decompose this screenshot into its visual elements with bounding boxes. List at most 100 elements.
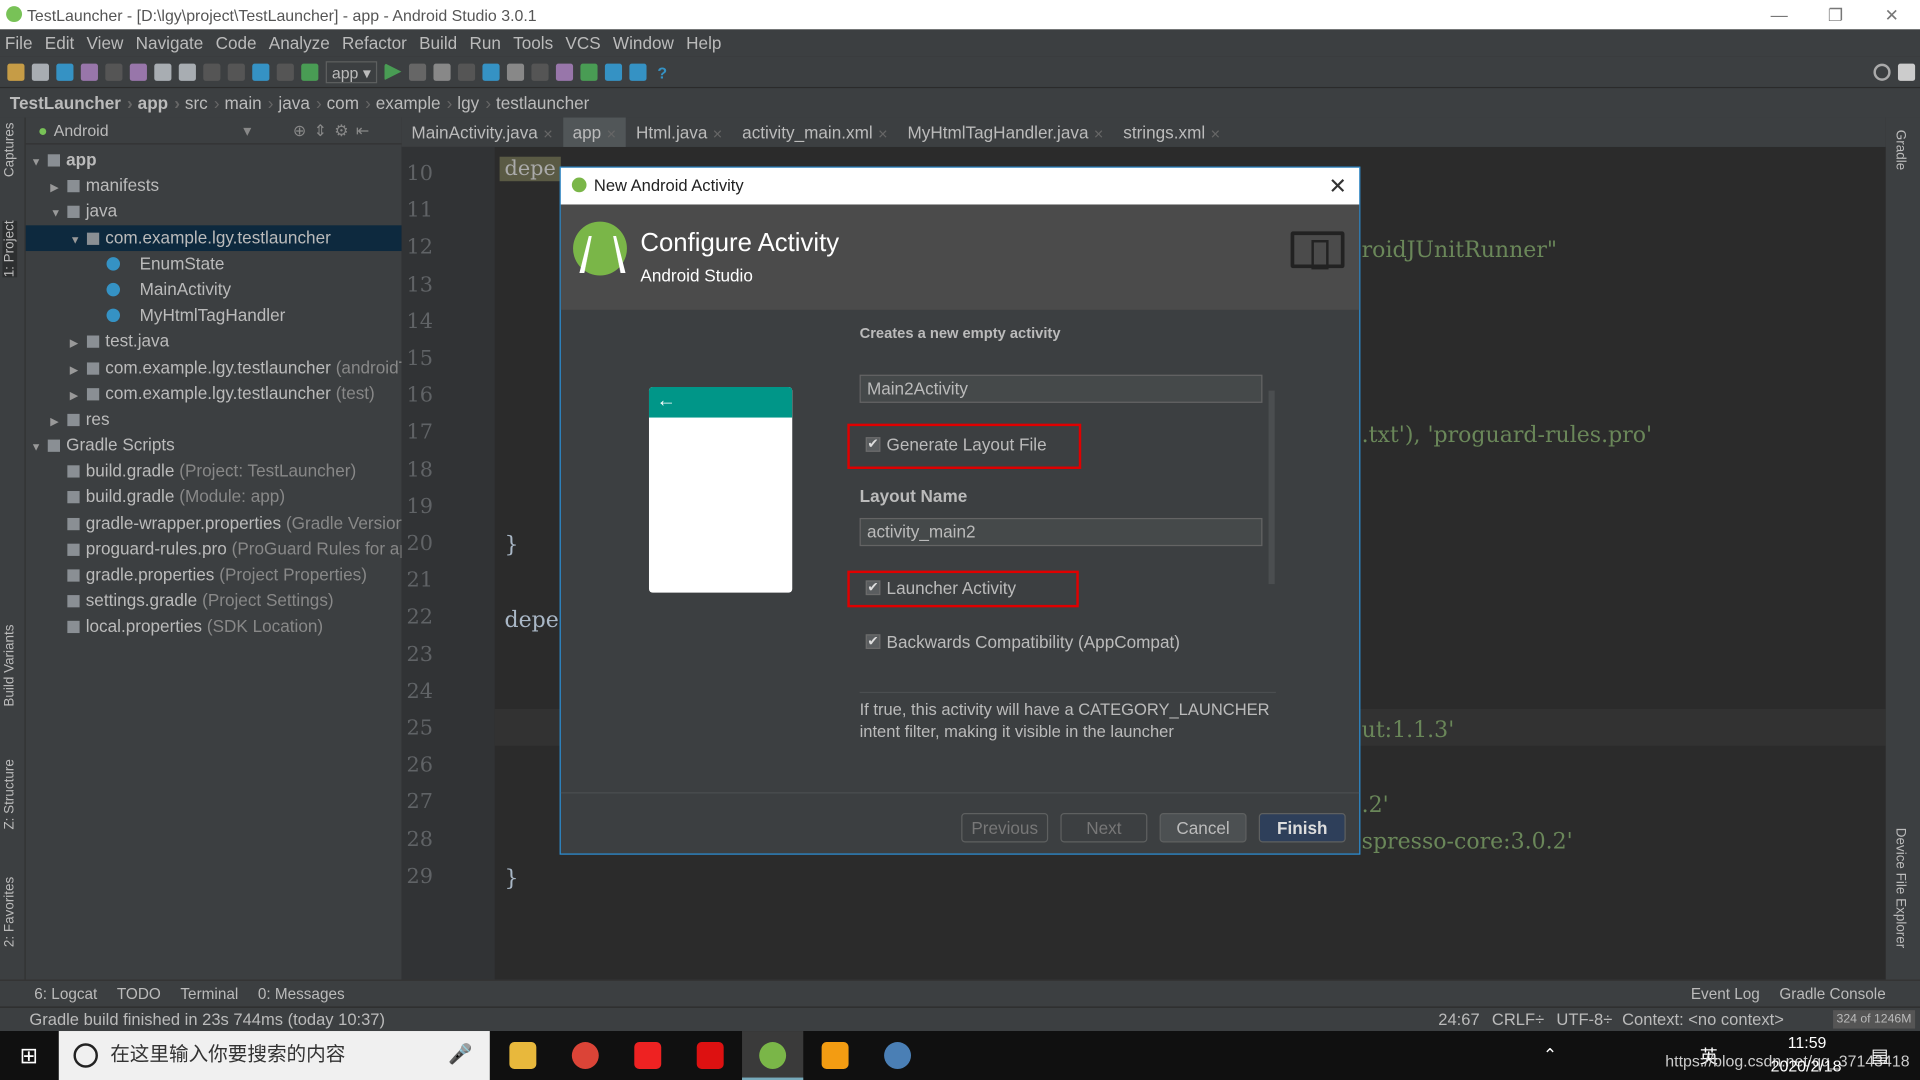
tree-item[interactable]: ▶ res xyxy=(26,406,402,432)
forward-icon[interactable] xyxy=(276,63,294,81)
chrome-app[interactable] xyxy=(555,1031,616,1080)
back-icon[interactable] xyxy=(252,63,270,81)
menu-file[interactable]: File xyxy=(5,33,33,53)
caret-position[interactable]: 24:67 xyxy=(1438,1010,1479,1028)
sdk-manager-icon[interactable] xyxy=(629,63,647,81)
cut-icon[interactable] xyxy=(129,63,147,81)
captures-tab[interactable]: Captures xyxy=(2,122,17,177)
line-separator[interactable]: CRLF÷ xyxy=(1492,1010,1544,1028)
close-tab-icon[interactable]: ✕ xyxy=(543,129,553,142)
redo-icon[interactable] xyxy=(105,63,123,81)
menu-help[interactable]: Help xyxy=(686,33,721,53)
help-icon[interactable]: ? xyxy=(654,63,671,81)
build-variants-tab[interactable]: Build Variants xyxy=(2,624,17,706)
menu-window[interactable]: Window xyxy=(613,33,674,53)
memory-indicator[interactable]: 324 of 1246M xyxy=(1832,1010,1916,1029)
editor-tab[interactable]: strings.xml ✕ xyxy=(1113,118,1230,147)
dialog-close-button[interactable]: ✕ xyxy=(1328,168,1346,205)
next-button[interactable]: Next xyxy=(1060,813,1148,843)
context[interactable]: Context: <no context> xyxy=(1622,1010,1784,1028)
expand-arrow-icon[interactable]: ▶ xyxy=(50,175,67,198)
youdao-app[interactable] xyxy=(680,1031,741,1080)
replace-icon[interactable] xyxy=(227,63,245,81)
breadcrumb-src[interactable]: src xyxy=(185,93,220,113)
layout-icon[interactable] xyxy=(1897,63,1916,81)
scrollbar[interactable] xyxy=(1268,390,1275,585)
editor-tab[interactable]: MyHtmlTagHandler.java ✕ xyxy=(898,118,1114,147)
menu-run[interactable]: Run xyxy=(469,33,500,53)
run-config-dropdown[interactable]: app ▾ xyxy=(325,60,377,83)
menu-vcs[interactable]: VCS xyxy=(565,33,600,53)
tray-chevron-icon[interactable]: ⌃ xyxy=(1543,1044,1557,1065)
expand-arrow-icon[interactable]: ▼ xyxy=(31,435,48,458)
undo-icon[interactable] xyxy=(80,63,98,81)
code-text[interactable]: depe xyxy=(499,156,561,182)
tree-item[interactable]: local.properties (SDK Location) xyxy=(26,614,402,640)
coverage-icon[interactable] xyxy=(457,63,475,81)
save-icon[interactable] xyxy=(31,63,49,81)
open-icon[interactable] xyxy=(7,63,25,81)
windows-start-icon[interactable]: ⊞ xyxy=(20,1043,38,1069)
expand-arrow-icon[interactable]: ▶ xyxy=(70,383,87,406)
project-view-selector[interactable]: ● Android ▾ ⊕⇕⚙⇤ xyxy=(25,118,402,145)
breadcrumb-lgy[interactable]: lgy xyxy=(457,93,491,113)
editor-tab[interactable]: MainActivity.java ✕ xyxy=(402,118,563,147)
project-structure-icon[interactable] xyxy=(604,63,622,81)
tree-item[interactable]: proguard-rules.pro(ProGuard Rules for ap… xyxy=(26,536,402,562)
editor-tab[interactable]: app ✕ xyxy=(562,117,627,147)
tree-item[interactable]: gradle.properties (Project Properties) xyxy=(26,562,402,588)
minimize-button[interactable]: — xyxy=(1751,0,1807,29)
expand-arrow-icon[interactable]: ▼ xyxy=(31,149,48,172)
activity-name-input[interactable]: Main2Activity xyxy=(859,374,1263,403)
cancel-button[interactable]: Cancel xyxy=(1159,813,1247,843)
launcher-activity-checkbox[interactable]: ✔ Launcher Activity xyxy=(865,578,1016,598)
panel-settings-icons[interactable]: ⊕⇕⚙⇤ xyxy=(293,121,377,141)
tree-item[interactable]: build.gradle (Module: app) xyxy=(26,484,402,510)
tree-item[interactable]: MainActivity xyxy=(26,277,402,303)
find-icon[interactable] xyxy=(203,63,221,81)
previous-button[interactable]: Previous xyxy=(961,813,1049,843)
sync-icon[interactable] xyxy=(56,63,74,81)
todo-tab[interactable]: TODO xyxy=(117,985,161,1002)
layout-name-input[interactable]: activity_main2 xyxy=(859,517,1263,547)
expand-arrow-icon[interactable]: ▶ xyxy=(70,357,87,380)
copy-icon[interactable] xyxy=(154,63,172,81)
editor-tab[interactable]: activity_main.xml ✕ xyxy=(732,118,897,147)
code-text[interactable]: spresso-core:3.0.2' xyxy=(1362,829,1573,855)
app-icon[interactable] xyxy=(867,1031,928,1080)
code-text[interactable]: roidJUnitRunner" xyxy=(1362,238,1557,264)
menu-edit[interactable]: Edit xyxy=(45,33,75,53)
project-tool-tab[interactable]: 1: Project xyxy=(2,220,18,278)
menu-build[interactable]: Build xyxy=(419,33,457,53)
code-text[interactable]: depe xyxy=(504,607,558,633)
breadcrumb-com[interactable]: com xyxy=(327,93,371,113)
terminal-tab[interactable]: Terminal xyxy=(180,985,238,1002)
breadcrumb-testlauncher[interactable]: testlauncher xyxy=(496,93,589,113)
device-file-explorer-tab[interactable]: Device File Explorer xyxy=(1893,828,1908,949)
search-everywhere-icon[interactable] xyxy=(1873,63,1891,81)
tree-item[interactable]: ▶ com.example.lgy.testlauncher(androidTes… xyxy=(26,354,402,380)
taskbar-search[interactable]: 在这里输入你要搜索的内容 🎤 xyxy=(58,1031,490,1080)
menu-refactor[interactable]: Refactor xyxy=(342,33,407,53)
status-message[interactable]: Gradle build finished in 23s 744ms (toda… xyxy=(29,1010,385,1028)
android-studio-app[interactable] xyxy=(742,1031,804,1080)
tree-item[interactable]: ▶ manifests xyxy=(26,173,402,199)
expand-arrow-icon[interactable]: ▼ xyxy=(50,201,67,224)
tree-item[interactable]: ▶ com.example.lgy.testlauncher (test) xyxy=(26,380,402,406)
tree-item[interactable]: ▼ com.example.lgy.testlauncher xyxy=(25,224,402,251)
gradle-tab[interactable]: Gradle xyxy=(1893,130,1908,170)
code-text[interactable]: } xyxy=(504,866,518,892)
stop-icon[interactable] xyxy=(531,63,549,81)
structure-tab[interactable]: Z: Structure xyxy=(2,759,17,829)
debug-icon[interactable] xyxy=(433,63,451,81)
breadcrumb-example[interactable]: example xyxy=(376,93,453,113)
menu-tools[interactable]: Tools xyxy=(513,33,553,53)
run-icon[interactable] xyxy=(384,63,402,81)
file-explorer-app[interactable] xyxy=(492,1031,553,1080)
generate-layout-checkbox[interactable]: ✔ Generate Layout File xyxy=(865,435,1047,454)
logcat-tab[interactable]: 6: Logcat xyxy=(34,985,97,1002)
code-text[interactable]: .txt'), 'proguard-rules.pro' xyxy=(1362,422,1652,448)
tree-item[interactable]: ▼ app xyxy=(26,147,402,173)
close-tab-icon[interactable]: ✕ xyxy=(1093,129,1103,142)
make-hammer-icon[interactable] xyxy=(301,63,319,81)
